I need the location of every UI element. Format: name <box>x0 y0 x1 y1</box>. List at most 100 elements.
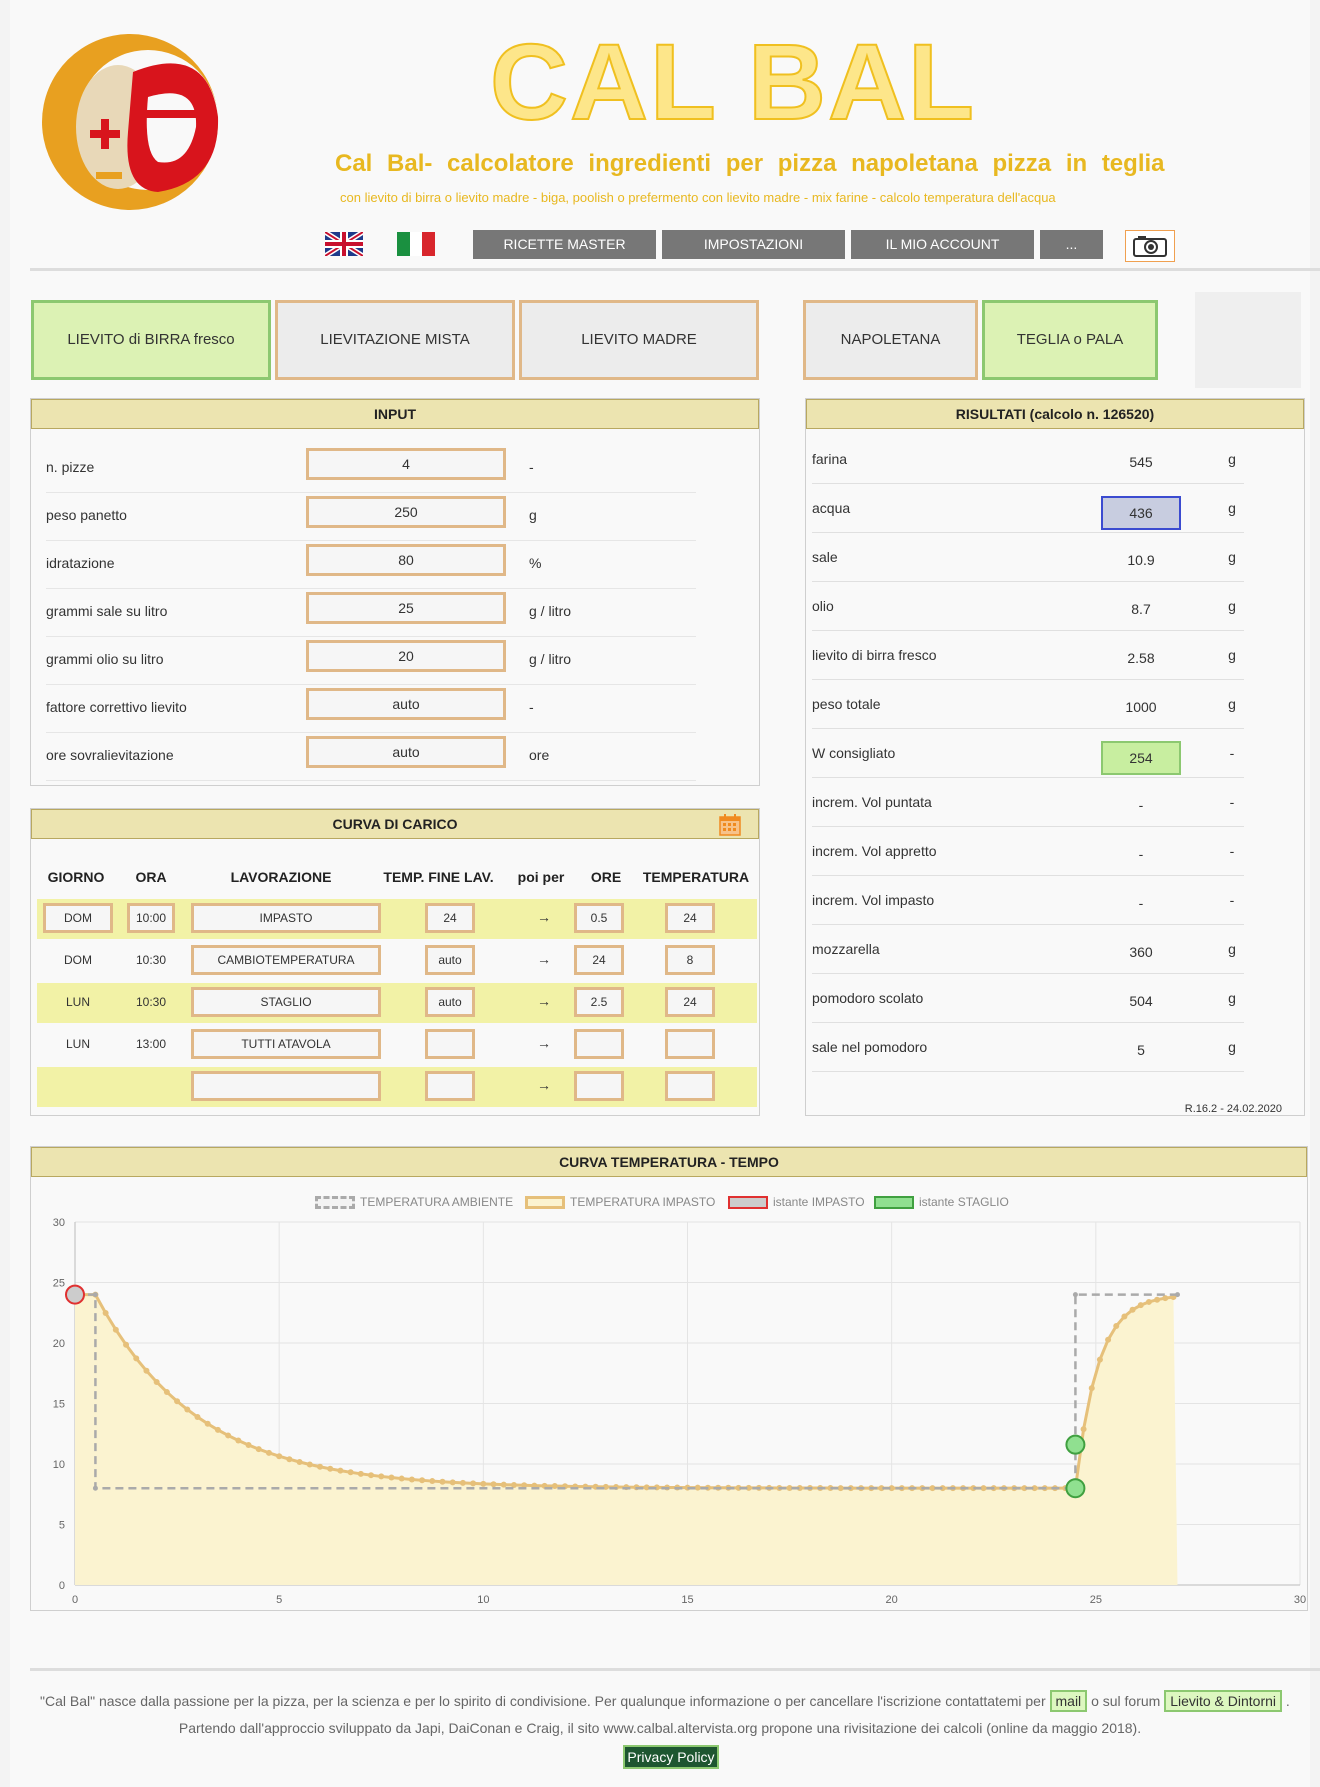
giorno-input[interactable]: DOM <box>43 903 113 933</box>
temperatura-input[interactable]: 24 <box>665 903 715 933</box>
privacy-policy-button[interactable]: Privacy Policy <box>623 1745 719 1769</box>
legend-item[interactable]: istante IMPASTO <box>728 1195 865 1211</box>
temp-fine-input[interactable]: 24 <box>425 903 475 933</box>
temperatura-input[interactable] <box>665 1029 715 1059</box>
result-label: mozzarella <box>812 941 880 957</box>
ore-input[interactable]: 2.5 <box>574 987 624 1017</box>
ore-sovralievitazione-input[interactable]: auto <box>306 736 506 768</box>
result-unit: g <box>1228 696 1236 712</box>
calbal-logo <box>42 34 219 210</box>
temp-fine-input[interactable]: auto <box>425 987 475 1017</box>
sale-litro-input[interactable]: 25 <box>306 592 506 624</box>
lavorazione-input[interactable]: IMPASTO <box>191 903 381 933</box>
temp-fine-input[interactable]: auto <box>425 945 475 975</box>
result-row: sale nel pomodoro 5 g <box>812 1023 1244 1072</box>
dough-point <box>378 1473 385 1480</box>
peso-panetto-input[interactable]: 250 <box>306 496 506 528</box>
dough-point <box>306 1461 313 1468</box>
x-tick-label: 25 <box>1090 1594 1102 1605</box>
result-unit: - <box>1229 745 1235 761</box>
calendar-icon[interactable] <box>719 814 741 836</box>
temperatura-input[interactable]: 8 <box>665 945 715 975</box>
temperatura-input[interactable]: 24 <box>665 987 715 1017</box>
input-unit: % <box>529 555 542 571</box>
lavorazione-input[interactable]: CAMBIOTEMPERATURA <box>191 945 381 975</box>
ore-input[interactable]: 0.5 <box>574 903 624 933</box>
legend-item[interactable]: TEMPERATURA AMBIENTE <box>315 1195 513 1211</box>
dough-point <box>368 1472 375 1479</box>
input-row: peso panetto 250 g <box>46 493 696 541</box>
y-tick-label: 0 <box>59 1580 65 1592</box>
result-row: lievito di birra fresco 2.58 g <box>812 631 1244 680</box>
legend-item[interactable]: istante STAGLIO <box>874 1195 1009 1211</box>
ora-text: 10:30 <box>135 995 167 1009</box>
uk-flag-icon[interactable] <box>325 232 363 256</box>
dough-point <box>347 1469 354 1476</box>
n-pizze-input[interactable]: 4 <box>306 448 506 480</box>
mode-lievito-madre[interactable]: LIEVITO MADRE <box>519 300 759 380</box>
staglio-marker <box>1065 1478 1086 1499</box>
forum-link[interactable]: Lievito & Dintorni <box>1164 1690 1283 1712</box>
ambient-point <box>1072 1292 1078 1298</box>
result-label: pomodoro scolato <box>812 990 924 1006</box>
result-label: increm. Vol impasto <box>812 892 935 908</box>
tagline: con lievito di birra o lievito madre - b… <box>340 190 1056 205</box>
camera-button[interactable] <box>1125 230 1175 262</box>
mode-lievitazione-mista[interactable]: LIEVITAZIONE MISTA <box>275 300 515 380</box>
dough-point <box>327 1465 334 1472</box>
legend-item[interactable]: TEMPERATURA IMPASTO <box>525 1195 715 1211</box>
ora-text: 10:30 <box>135 953 167 967</box>
result-unit: g <box>1228 500 1236 516</box>
result-row: sale 10.9 g <box>812 533 1244 582</box>
nav-ricette-master[interactable]: RICETTE MASTER <box>473 230 656 259</box>
mail-link[interactable]: mail <box>1049 1690 1088 1712</box>
olio-litro-input[interactable]: 20 <box>306 640 506 672</box>
impasto-marker <box>65 1284 85 1305</box>
ora-input[interactable]: 10:00 <box>127 903 175 933</box>
temperature-chart: 0 5 10 15 20 25 30 0 5 10 15 20 25 30 <box>53 1217 1306 1605</box>
nav-impostazioni[interactable]: IMPOSTAZIONI <box>662 230 845 259</box>
lavorazione-input[interactable]: TUTTI ATAVOLA <box>191 1029 381 1059</box>
result-label: olio <box>812 598 834 614</box>
result-value: 254 <box>1101 741 1181 775</box>
result-row: increm. Vol appretto - - <box>812 827 1244 876</box>
ore-input[interactable] <box>574 1071 624 1101</box>
temperatura-input[interactable] <box>665 1071 715 1101</box>
lavorazione-input[interactable]: STAGLIO <box>191 987 381 1017</box>
italy-flag-icon[interactable] <box>397 232 435 256</box>
temp-fine-input[interactable] <box>425 1029 475 1059</box>
arrow-icon: → <box>537 1035 551 1051</box>
lavorazione-input[interactable] <box>191 1071 381 1101</box>
schedule-row: LUN 13:00 TUTTI ATAVOLA → <box>37 1025 757 1065</box>
ore-input[interactable]: 24 <box>574 945 624 975</box>
dough-point <box>1162 1295 1169 1302</box>
input-row: idratazione 80 % <box>46 541 696 589</box>
ore-input[interactable] <box>574 1029 624 1059</box>
dough-point <box>163 1389 170 1396</box>
dough-point <box>235 1437 242 1444</box>
staglio-marker <box>1065 1434 1086 1455</box>
mode-lievito-birra[interactable]: LIEVITO di BIRRA fresco <box>31 300 271 380</box>
nav-more[interactable]: ... <box>1040 230 1103 259</box>
dough-point <box>286 1456 293 1463</box>
schedule-row: → <box>37 1067 757 1107</box>
idratazione-input[interactable]: 80 <box>306 544 506 576</box>
nav-il-mio-account[interactable]: IL MIO ACCOUNT <box>851 230 1034 259</box>
result-value: 545 <box>1129 454 1153 470</box>
temp-fine-input[interactable] <box>425 1071 475 1101</box>
result-value: - <box>1138 797 1144 813</box>
dough-point <box>980 1485 987 1492</box>
dough-point <box>694 1484 701 1491</box>
col-poi-per: poi per <box>517 869 565 885</box>
fattore-lievito-input[interactable]: auto <box>306 688 506 720</box>
app-title: CAL BAL <box>489 21 976 142</box>
legend-swatch <box>728 1196 768 1210</box>
legend-label: istante IMPASTO <box>773 1195 865 1209</box>
mode-teglia-pala[interactable]: TEGLIA o PALA <box>982 300 1158 380</box>
dough-point <box>123 1341 130 1348</box>
dough-point <box>276 1453 283 1460</box>
dough-point <box>296 1458 303 1465</box>
result-row: olio 8.7 g <box>812 582 1244 631</box>
mode-napoletana[interactable]: NAPOLETANA <box>803 300 978 380</box>
dough-point <box>480 1480 487 1487</box>
